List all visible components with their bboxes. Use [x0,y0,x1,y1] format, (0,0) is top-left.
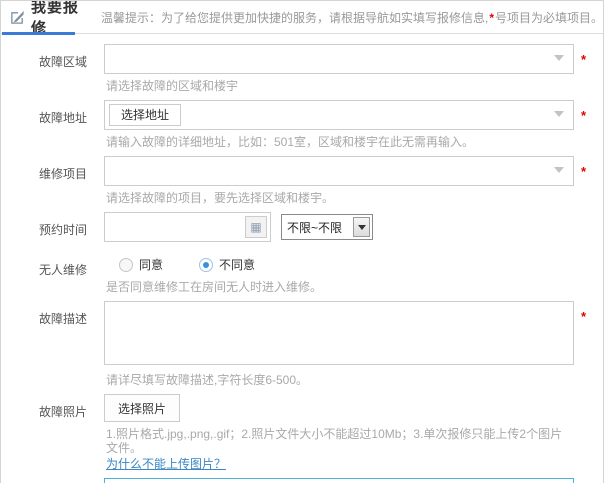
required-mark: * [574,156,586,179]
fault-address-label: 故障地址 [39,100,104,126]
fault-description-label: 故障描述 [39,301,104,327]
time-range-select[interactable]: 不限~不限 [281,214,373,240]
fault-photo-label: 故障照片 [39,394,104,420]
dropdown-arrow-icon[interactable] [353,217,370,237]
required-mark: * [574,301,586,324]
field-row-fault-area: 故障区域 请选择故障的区域和楼宇 * [39,44,603,100]
header-tip-text: 温馨提示：为了给您提供更加快捷的服务，请根据导航如实填写报修信息, [101,11,488,25]
fault-description-hint: 请详尽填写故障描述,字符长度6-500。 [106,373,574,387]
calendar-icon[interactable]: ▦ [245,216,267,238]
chevron-down-icon[interactable] [554,167,564,173]
chevron-down-icon[interactable] [554,55,564,61]
appointment-date-input[interactable]: ▦ [104,212,271,242]
select-photo-button[interactable]: 选择照片 [104,394,180,422]
field-row-appointment-time: 预约时间 ▦ 不限~不限 [39,212,603,242]
select-address-button[interactable]: 选择地址 [109,104,181,126]
why-cannot-upload-link[interactable]: 为什么不能上传图片？ [106,457,226,471]
fault-address-input[interactable]: 选择地址 [104,100,574,130]
field-row-repair-item: 维修项目 请选择故障的项目，要先选择区域和楼宇。 * [39,156,603,212]
edit-icon [10,10,25,25]
repair-item-label: 维修项目 [39,156,104,182]
contact-phone-label: 联系电话 [39,478,104,483]
radio-disagree-icon[interactable] [199,258,213,272]
fault-area-select[interactable] [104,44,574,74]
required-mark: * [488,11,495,25]
fault-photo-hint: 1.照片格式.jpg,.png,.gif；2.照片文件大小不能超过10Mb；3.… [106,427,574,455]
radio-option-disagree[interactable]: 不同意 [199,256,255,273]
fault-area-label: 故障区域 [39,44,104,70]
field-row-fault-address: 故障地址 选择地址 请输入故障的详细地址，比如：501室，区域和楼宇在此无需再输… [39,100,603,156]
radio-agree-icon[interactable] [119,258,133,272]
form-body: 故障区域 请选择故障的区域和楼宇 * 故障地址 选择地址 请输入故障的详细地址，… [1,34,603,483]
field-row-contact-phone: 联系电话 为了便于沟通问题，请输入不能是空且长度不小于10，什么时候发送短信通知… [39,478,603,483]
fault-description-textarea[interactable] [104,301,574,365]
header-tip: 温馨提示：为了给您提供更加快捷的服务，请根据导航如实填写报修信息,*号项目为必填… [101,9,603,26]
radio-disagree-label: 不同意 [219,256,255,273]
field-row-fault-description: 故障描述 请详尽填写故障描述,字符长度6-500。 * [39,301,603,394]
appointment-time-label: 预约时间 [39,212,104,238]
unattended-repair-hint: 是否同意维修工在房间无人时进入维修。 [106,280,574,294]
unattended-repair-label: 无人维修 [39,249,104,278]
chevron-down-icon[interactable] [554,111,564,117]
required-mark: * [574,478,586,483]
field-row-unattended-repair: 无人维修 同意 不同意 是否同意维修工在房间无人时进入维修。 [39,249,603,301]
repair-item-hint: 请选择故障的项目，要先选择区域和楼宇。 [106,191,574,205]
repair-request-form: 我要报修 温馨提示：为了给您提供更加快捷的服务，请根据导航如实填写报修信息,*号… [0,0,604,483]
header-tip-suffix: 号项目为必填项目。 [495,11,603,25]
fault-area-hint: 请选择故障的区域和楼宇 [106,79,574,93]
radio-agree-label: 同意 [139,256,163,273]
title-accent-underline [2,32,75,35]
contact-phone-input[interactable] [104,478,574,483]
repair-item-select[interactable] [104,156,574,186]
fault-address-hint: 请输入故障的详细地址，比如：501室，区域和楼宇在此无需再输入。 [106,135,574,149]
header: 我要报修 温馨提示：为了给您提供更加快捷的服务，请根据导航如实填写报修信息,*号… [1,1,603,34]
required-mark: * [574,100,586,123]
time-range-value: 不限~不限 [287,219,342,236]
field-row-fault-photo: 故障照片 选择照片 1.照片格式.jpg,.png,.gif；2.照片文件大小不… [39,394,603,478]
radio-option-agree[interactable]: 同意 [119,256,163,273]
required-mark: * [574,44,586,67]
